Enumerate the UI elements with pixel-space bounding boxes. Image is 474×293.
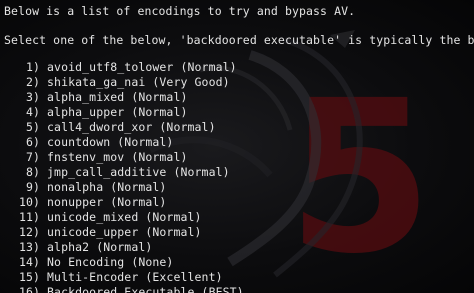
encoder-option: 15) Multi-Encoder (Excellent) <box>19 270 223 284</box>
encoder-option: 16) Backdoored Executable (BEST) <box>19 285 244 293</box>
encoder-option: 9) nonalpha (Normal) <box>25 180 167 194</box>
encoder-option: 3) alpha_mixed (Normal) <box>25 90 188 104</box>
encoder-option: 8) jmp_call_additive (Normal) <box>25 165 230 179</box>
encoder-option: 14) No Encoding (None) <box>19 255 174 269</box>
encoder-option: 10) nonupper (Normal) <box>19 195 167 209</box>
encoder-option: 7) fnstenv_mov (Normal) <box>25 150 188 164</box>
encoder-option: 6) countdown (Normal) <box>25 135 174 149</box>
encoder-option: 4) alpha_upper (Normal) <box>25 105 188 119</box>
encoder-option: 1) avoid_utf8_tolower (Normal) <box>25 60 237 74</box>
terminal-window[interactable]: 5 Below is a list of encodings to try an… <box>0 0 474 293</box>
prompt-line: Select one of the below, 'backdoored exe… <box>4 33 474 47</box>
encoder-option: 2) shikata_ga_nai (Very Good) <box>25 75 230 89</box>
encoder-option: 12) unicode_upper (Normal) <box>19 225 202 239</box>
encoder-option: 5) call4_dword_xor (Normal) <box>25 120 216 134</box>
terminal-output: Below is a list of encodings to try and … <box>4 4 474 293</box>
encoder-option: 13) alpha2 (Normal) <box>19 240 153 254</box>
encoder-option: 11) unicode_mixed (Normal) <box>19 210 202 224</box>
encoder-option-list: 1) avoid_utf8_tolower (Normal) 2) shikat… <box>4 60 474 293</box>
intro-line: Below is a list of encodings to try and … <box>4 4 356 18</box>
